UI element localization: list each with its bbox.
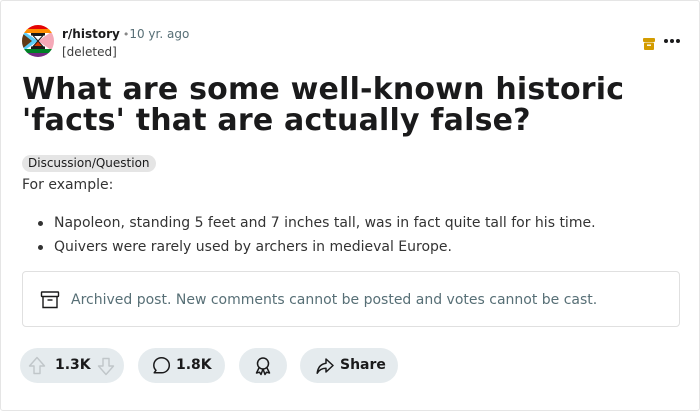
post-author: [deleted] (62, 45, 117, 59)
post-body-list: Napoleon, standing 5 feet and 7 inches t… (22, 211, 672, 259)
post-body-intro: For example: (22, 177, 114, 193)
award-ribbon-icon (253, 356, 273, 376)
speech-bubble-icon (152, 356, 171, 375)
vote-count: 1.3K (55, 357, 91, 373)
award-button[interactable] (239, 348, 287, 383)
archive-badge-icon (643, 35, 655, 50)
downvote-button[interactable] (97, 357, 115, 376)
share-button[interactable]: Share (300, 348, 398, 383)
ellipsis-icon (664, 39, 668, 43)
list-item: Napoleon, standing 5 feet and 7 inches t… (22, 211, 672, 235)
list-item: Quivers were rarely used by archers in m… (22, 235, 672, 259)
share-arrow-icon (316, 357, 334, 375)
vote-control: 1.3K (20, 348, 124, 383)
more-options-button[interactable] (660, 29, 684, 53)
post-flair[interactable]: Discussion/Question (22, 155, 156, 172)
share-label: Share (340, 357, 386, 373)
upvote-button[interactable] (28, 356, 46, 375)
archived-notice: Archived post. New comments cannot be po… (22, 271, 680, 327)
comments-button[interactable]: 1.8K (138, 348, 225, 383)
post-header: r/history •10 yr. ago [deleted] (22, 25, 682, 59)
archive-box-icon (40, 290, 60, 310)
post-meta: r/history •10 yr. ago [deleted] (62, 27, 189, 60)
archived-notice-text: Archived post. New comments cannot be po… (71, 292, 598, 308)
comment-count: 1.8K (176, 357, 212, 373)
post-age: 10 yr. ago (129, 27, 190, 41)
subreddit-link[interactable]: r/history (62, 27, 120, 41)
subreddit-avatar[interactable] (22, 25, 54, 57)
post-title[interactable]: What are some well-known historic 'facts… (22, 74, 672, 136)
